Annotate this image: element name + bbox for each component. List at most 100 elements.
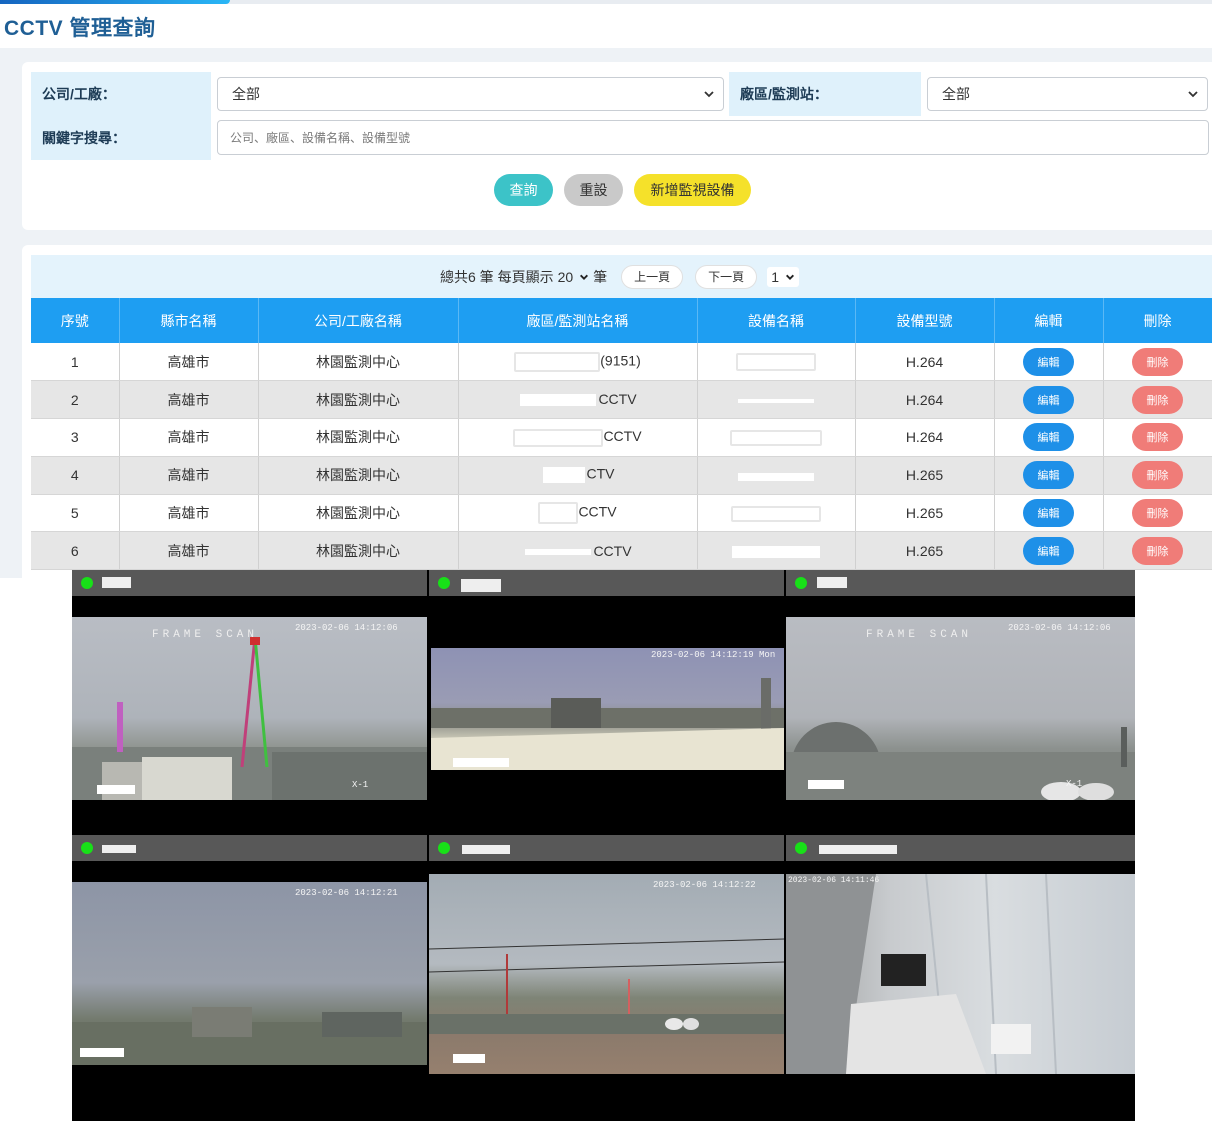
edit-button[interactable]: 編輯 — [1023, 461, 1074, 490]
station-name-suffix: CCTV — [578, 503, 617, 520]
camera-header — [72, 570, 427, 596]
header-station: 廠區/監測站名稱 — [458, 298, 698, 343]
online-status-icon — [81, 842, 93, 854]
search-button[interactable]: 查詢 — [494, 174, 553, 206]
edit-button[interactable]: 編輯 — [1023, 536, 1074, 565]
camera-label-redacted — [80, 1048, 124, 1057]
next-page-button[interactable]: 下一頁 — [695, 264, 758, 289]
cell-edit: 編輯 — [994, 418, 1104, 457]
camera-timestamp: 2023-02-06 14:12:21 — [295, 888, 398, 898]
camera-header — [786, 570, 1135, 596]
keyword-search-input[interactable] — [217, 120, 1209, 155]
redacted-block — [513, 428, 604, 447]
station-name-suffix: CCTV — [598, 391, 637, 408]
delete-button[interactable]: 刪除 — [1132, 347, 1183, 376]
cell-city: 高雄市 — [119, 418, 259, 457]
table-header-row: 序號 縣市名稱 公司/工廠名稱 廠區/監測站名稱 設備名稱 設備型號 編輯 刪除 — [31, 298, 1212, 343]
edit-button[interactable]: 編輯 — [1023, 347, 1074, 376]
redacted-block — [736, 470, 816, 483]
edit-button[interactable]: 編輯 — [1023, 385, 1074, 414]
table-row: 6 高雄市 林園監測中心 CCTV H.265 編輯 刪除 — [31, 531, 1212, 571]
page-size-value: 20 — [557, 268, 574, 285]
camera-timestamp: 2023-02-06 14:11:46 — [788, 876, 880, 885]
table-row: 1 高雄市 林園監測中心 (9151) H.264 編輯 刪除 — [31, 343, 1212, 382]
camera-tile[interactable]: 2023-02-06 14:12:21 — [72, 835, 427, 1105]
station-name-suffix: (9151) — [600, 352, 641, 369]
redacted-block — [731, 505, 821, 522]
camera-tile[interactable]: 2023-02-06 14:11:46 — [786, 835, 1135, 1105]
cell-no: 2 — [31, 380, 120, 420]
edit-button[interactable]: 編輯 — [1023, 423, 1074, 452]
camera-header — [429, 570, 784, 596]
camera-grid: FRAME SCAN 2023-02-06 14:12:06 X-1 2023-… — [72, 570, 1135, 1121]
filter-panel: 公司/工廠： 全部 廠區/監測站： 全部 關鍵字搜尋： 查詢 重設 新增監視設備 — [22, 62, 1212, 230]
page-size-select[interactable]: 20 — [558, 269, 590, 285]
company-label: 公司/工廠： — [31, 72, 211, 116]
prev-page-button[interactable]: 上一頁 — [621, 264, 684, 289]
header-city: 縣市名稱 — [119, 298, 259, 343]
page-number-select[interactable]: 1 — [767, 266, 799, 287]
add-camera-button[interactable]: 新增監視設備 — [634, 174, 751, 206]
delete-button[interactable]: 刪除 — [1132, 536, 1183, 565]
delete-button[interactable]: 刪除 — [1132, 385, 1183, 414]
camera-tile[interactable]: 2023-02-06 14:12:19 Mon — [429, 570, 784, 835]
camera-label-redacted — [97, 785, 135, 794]
online-status-icon — [438, 842, 450, 854]
redacted-block — [730, 543, 822, 560]
cell-company: 林園監測中心 — [258, 418, 459, 457]
cell-delete: 刪除 — [1103, 531, 1212, 571]
cell-edit: 編輯 — [994, 531, 1104, 571]
cell-no: 5 — [31, 494, 120, 533]
camera-table: 序號 縣市名稱 公司/工廠名稱 廠區/監測站名稱 設備名稱 設備型號 編輯 刪除… — [31, 298, 1212, 571]
cell-delete: 刪除 — [1103, 456, 1212, 495]
delete-button[interactable]: 刪除 — [1132, 499, 1183, 528]
cell-model: H.265 — [855, 494, 995, 533]
cell-device-name — [697, 343, 856, 382]
redacted-block — [538, 502, 579, 525]
header-device-name: 設備名稱 — [697, 298, 856, 343]
camera-brand: FRAME SCAN — [152, 629, 259, 641]
camera-timestamp: 2023-02-06 14:12:06 — [1008, 623, 1111, 633]
table-row: 4 高雄市 林園監測中心 CTV H.265 編輯 刪除 — [31, 456, 1212, 495]
camera-name-redacted — [462, 845, 510, 854]
online-status-icon — [81, 577, 93, 589]
page-number-value: 1 — [771, 268, 779, 285]
redacted-block — [523, 547, 594, 558]
cell-city: 高雄市 — [119, 494, 259, 533]
pager-bar: 總共6 筆 每頁顯示 20 筆 上一頁 下一頁 1 — [31, 255, 1212, 298]
top-accent — [0, 0, 230, 4]
reset-button[interactable]: 重設 — [564, 174, 623, 206]
room-scene — [786, 874, 1057, 1074]
camera-tile[interactable]: FRAME SCAN 2023-02-06 14:12:06 X-1 — [72, 570, 427, 835]
camera-label-redacted — [808, 780, 844, 789]
cell-company: 林園監測中心 — [258, 531, 459, 571]
delete-button[interactable]: 刪除 — [1132, 423, 1183, 452]
camera-header — [429, 835, 784, 861]
refinery-scene — [72, 636, 427, 800]
delete-button[interactable]: 刪除 — [1132, 461, 1183, 490]
cell-edit: 編輯 — [994, 456, 1104, 495]
refinery-scene — [431, 678, 784, 770]
cell-city: 高雄市 — [119, 531, 259, 571]
camera-label-redacted — [453, 758, 509, 767]
chevron-down-icon — [580, 274, 589, 280]
edit-button[interactable]: 編輯 — [1023, 499, 1074, 528]
cell-model: H.265 — [855, 531, 995, 571]
redacted-block — [514, 351, 601, 372]
company-select[interactable]: 全部 — [217, 77, 724, 111]
camera-name-redacted — [102, 845, 136, 853]
table-row: 2 高雄市 林園監測中心 CCTV H.264 編輯 刪除 — [31, 380, 1212, 420]
cell-no: 3 — [31, 418, 120, 457]
camera-brand: FRAME SCAN — [866, 629, 973, 641]
cell-device-name — [697, 418, 856, 457]
header-edit: 編輯 — [994, 298, 1104, 343]
table-row: 3 高雄市 林園監測中心 CCTV H.264 編輯 刪除 — [31, 418, 1212, 457]
cell-device-name — [697, 380, 856, 420]
station-select[interactable]: 全部 — [927, 77, 1208, 111]
camera-tile[interactable]: FRAME SCAN 2023-02-06 14:12:06 X-1 — [786, 570, 1135, 835]
cell-device-name — [697, 531, 856, 571]
camera-tile[interactable]: 2023-02-06 14:12:22 — [429, 835, 784, 1105]
redacted-block — [540, 465, 587, 486]
table-row: 5 高雄市 林園監測中心 CCTV H.265 編輯 刪除 — [31, 494, 1212, 533]
camera-name-redacted — [817, 577, 847, 588]
